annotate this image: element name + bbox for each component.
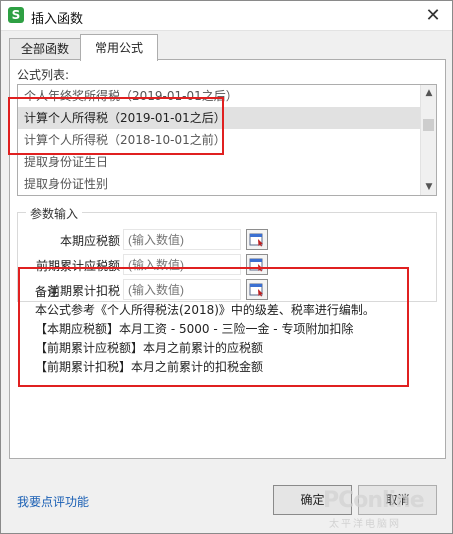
note-line: 本公式参考《个人所得税法(2018)》中的级差、税率进行编制。 (35, 303, 375, 317)
watermark-subtext: 太平洋电脑网 (329, 519, 401, 530)
note-line: 【前期累计扣税】本月之前累计的扣税金额 (35, 360, 264, 374)
title-bar: S 插入函数 ✕ (1, 1, 452, 31)
cancel-button[interactable]: 取消 (358, 485, 437, 515)
tab-bar: 全部函数 常用公式 (9, 34, 449, 61)
formula-list-label: 公式列表: (17, 68, 70, 82)
insert-function-dialog: S 插入函数 ✕ 全部函数 常用公式 公式列表: 个人年终奖所得税（2019-0… (0, 0, 453, 534)
current-taxable-input[interactable] (123, 229, 241, 250)
window-title: 插入函数 (31, 12, 84, 27)
param-row-current-taxable: 本期应税额 (18, 229, 438, 251)
scroll-down-icon[interactable]: ▼ (421, 179, 436, 195)
close-icon[interactable]: ✕ (422, 5, 444, 27)
feedback-link[interactable]: 我要点评功能 (17, 493, 89, 510)
param-label: 本期应税额 (59, 234, 120, 248)
list-item[interactable]: 提取身份证性别 (18, 173, 422, 195)
note-title: 备注 (35, 285, 60, 299)
cell-reference-icon[interactable] (246, 229, 268, 250)
note-line: 【前期累计应税额】本月之前累计的应税额 (35, 341, 264, 355)
highlight-box-formulas (8, 97, 224, 155)
tab-all-functions[interactable]: 全部函数 (9, 38, 81, 60)
scroll-thumb[interactable] (423, 119, 434, 131)
tab-common-formulas[interactable]: 常用公式 (80, 34, 158, 61)
scroll-up-icon[interactable]: ▲ (421, 85, 436, 101)
list-scrollbar[interactable]: ▲ ▼ (420, 85, 436, 195)
note-box: 备注 本公式参考《个人所得税法(2018)》中的级差、税率进行编制。 【本期应税… (18, 267, 409, 387)
note-line: 【本期应税额】本月工资 - 5000 - 三险一金 - 专项附加扣除 (35, 322, 354, 336)
ok-button[interactable]: 确定 (273, 485, 352, 515)
params-title: 参数输入 (26, 205, 83, 222)
app-logo-icon: S (8, 7, 24, 23)
